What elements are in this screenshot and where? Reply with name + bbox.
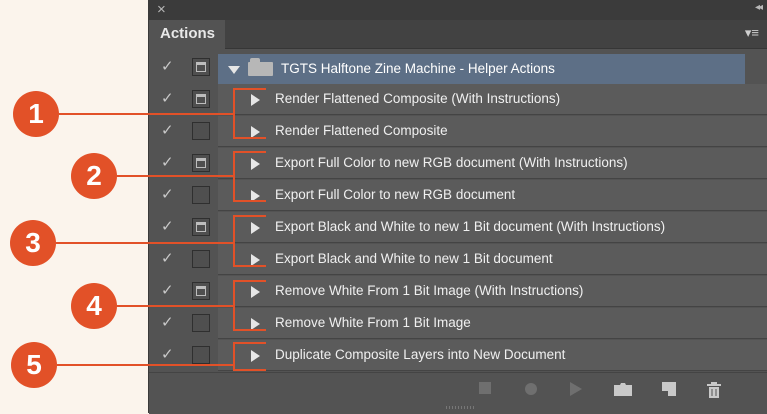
checkmark-icon[interactable]: ✓ — [161, 219, 175, 235]
collapse-icon[interactable]: ◂◂ — [755, 2, 763, 13]
panel-titlebar: × ◂◂ — [149, 0, 767, 20]
dialog-toggle-icon[interactable] — [192, 154, 210, 172]
action-label: Remove White From 1 Bit Image — [275, 315, 471, 330]
checkmark-icon[interactable]: ✓ — [161, 59, 175, 75]
callout-connector-5 — [57, 364, 235, 366]
callout-bracket-5-top — [233, 342, 266, 344]
bottom-toolbar — [149, 372, 767, 414]
action-label: Export Full Color to new RGB document — [275, 187, 516, 202]
callout-bracket-4-bottom — [233, 329, 266, 331]
record-icon[interactable] — [523, 381, 539, 397]
new-set-folder-icon[interactable] — [613, 381, 633, 397]
expand-triangle-icon[interactable] — [251, 222, 260, 234]
checkmark-icon[interactable]: ✓ — [161, 155, 175, 171]
callout-badge-2: 2 — [71, 153, 117, 199]
callout-bracket-5-bottom — [233, 369, 266, 371]
action-item[interactable]: Export Black and White to new 1 Bit docu… — [218, 212, 767, 243]
action-row[interactable]: ✓ Render Flattened Composite — [149, 116, 767, 148]
callout-connector-3 — [56, 242, 235, 244]
action-item[interactable]: Remove White From 1 Bit Image — [218, 308, 767, 339]
callout-bracket-1-top — [233, 88, 266, 90]
play-icon[interactable] — [568, 381, 584, 397]
dialog-toggle-icon[interactable] — [192, 186, 210, 204]
callout-connector-1 — [59, 113, 235, 115]
dialog-toggle-icon[interactable] — [192, 90, 210, 108]
checkmark-icon[interactable]: ✓ — [161, 251, 175, 267]
checkmark-icon[interactable]: ✓ — [161, 187, 175, 203]
dialog-toggle-icon[interactable] — [192, 218, 210, 236]
dialog-toggle-icon[interactable] — [192, 122, 210, 140]
callout-connector-2 — [117, 175, 235, 177]
checkmark-icon[interactable]: ✓ — [161, 315, 175, 331]
action-row[interactable]: ✓ Remove White From 1 Bit Image — [149, 308, 767, 340]
expand-triangle-icon[interactable] — [251, 158, 260, 170]
action-item[interactable]: Remove White From 1 Bit Image (With Inst… — [218, 276, 767, 307]
action-label: Render Flattened Composite — [275, 123, 448, 138]
callout-bracket-2-top — [233, 151, 266, 153]
folder-icon — [248, 58, 273, 76]
callout-bracket-1 — [233, 88, 235, 138]
expand-triangle-icon[interactable] — [251, 94, 260, 106]
callout-badge-1: 1 — [13, 91, 59, 137]
panel-menu-icon[interactable]: ▾≡ — [745, 25, 759, 41]
action-item[interactable]: Export Black and White to new 1 Bit docu… — [218, 244, 767, 275]
action-label: Export Black and White to new 1 Bit docu… — [275, 219, 666, 234]
tab-actions[interactable]: Actions — [149, 20, 225, 49]
callout-bracket-3 — [233, 215, 235, 267]
action-set-label: TGTS Halftone Zine Machine - Helper Acti… — [281, 61, 555, 76]
action-label: Export Full Color to new RGB document (W… — [275, 155, 628, 170]
trash-icon[interactable] — [705, 381, 723, 399]
expand-triangle-icon[interactable] — [228, 66, 240, 74]
callout-bracket-4-top — [233, 280, 266, 282]
action-item[interactable]: Export Full Color to new RGB document (W… — [218, 148, 767, 179]
callout-bracket-2 — [233, 151, 235, 201]
expand-triangle-icon[interactable] — [251, 286, 260, 298]
action-row[interactable]: ✓ Duplicate Composite Layers into New Doc… — [149, 340, 767, 372]
callout-badge-4: 4 — [71, 283, 117, 329]
action-label: Export Black and White to new 1 Bit docu… — [275, 251, 553, 266]
action-item[interactable]: Export Full Color to new RGB document — [218, 180, 767, 211]
dialog-toggle-icon[interactable] — [192, 250, 210, 268]
action-row[interactable]: ✓ Export Black and White to new 1 Bit doc… — [149, 244, 767, 276]
checkmark-icon[interactable]: ✓ — [161, 123, 175, 139]
checkmark-icon[interactable]: ✓ — [161, 283, 175, 299]
callout-bracket-4 — [233, 280, 235, 331]
tab-bar: Actions ▾≡ — [149, 20, 767, 49]
action-set-row[interactable]: ✓ TGTS Halftone Zine Machine - Helper Ac… — [149, 52, 767, 84]
dialog-toggle-icon[interactable] — [192, 346, 210, 364]
checkmark-icon[interactable]: ✓ — [161, 91, 175, 107]
callout-badge-3: 3 — [10, 220, 56, 266]
dialog-toggle-icon[interactable] — [192, 58, 210, 76]
action-item[interactable]: Duplicate Composite Layers into New Docu… — [218, 340, 767, 371]
stop-icon[interactable] — [478, 381, 492, 395]
action-label: Remove White From 1 Bit Image (With Inst… — [275, 283, 584, 298]
action-row[interactable]: ✓ Export Full Color to new RGB document — [149, 180, 767, 212]
close-icon[interactable]: × — [157, 1, 166, 18]
action-item[interactable]: Render Flattened Composite — [218, 116, 767, 147]
callout-bracket-3-bottom — [233, 265, 266, 267]
dialog-toggle-icon[interactable] — [192, 282, 210, 300]
action-set-selected[interactable]: TGTS Halftone Zine Machine - Helper Acti… — [218, 54, 745, 84]
action-label: Render Flattened Composite (With Instruc… — [275, 91, 561, 106]
callout-bracket-1-bottom — [233, 137, 266, 139]
action-label: Duplicate Composite Layers into New Docu… — [275, 347, 566, 362]
resize-grip[interactable] — [446, 406, 476, 409]
callout-bracket-3-top — [233, 215, 266, 217]
action-item[interactable]: Render Flattened Composite (With Instruc… — [218, 84, 767, 115]
expand-triangle-icon[interactable] — [251, 350, 260, 362]
actions-panel: × ◂◂ Actions ▾≡ ✓ TGTS Halftone Zine Mac… — [148, 0, 767, 414]
dialog-toggle-icon[interactable] — [192, 314, 210, 332]
callout-bracket-2-bottom — [233, 200, 266, 202]
checkmark-icon[interactable]: ✓ — [161, 347, 175, 363]
callout-bracket-5 — [233, 342, 235, 371]
callout-badge-5: 5 — [11, 342, 57, 388]
callout-connector-4 — [117, 305, 235, 307]
new-action-icon[interactable] — [661, 381, 677, 397]
